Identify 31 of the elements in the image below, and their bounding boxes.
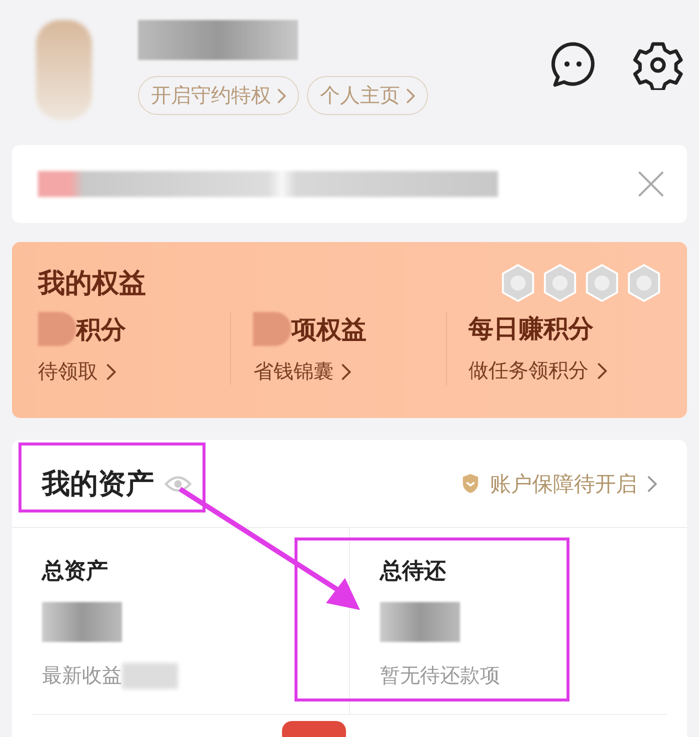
asset-note: 暂无待还款项: [380, 662, 500, 689]
chevron-icon: [406, 88, 415, 104]
chevron-icon: [106, 362, 116, 380]
hexagon-badge-icon: [543, 264, 577, 302]
card-title: 我的权益: [38, 267, 146, 301]
chat-icon[interactable]: [549, 40, 597, 88]
card-title: 我的资产: [42, 466, 154, 502]
blurred-number: [253, 312, 292, 346]
chevron-icon: [341, 362, 352, 380]
eye-icon[interactable]: [164, 474, 192, 494]
hexagon-badge-icon: [627, 264, 661, 302]
settings-icon[interactable]: [633, 40, 683, 90]
chevron-icon: [277, 88, 286, 104]
benefit-link[interactable]: 待领取: [38, 358, 230, 385]
asset-label: 总待还: [380, 558, 447, 586]
asset-label: 总资产: [42, 558, 109, 586]
benefit-title: 积分: [76, 314, 126, 346]
protection-link[interactable]: 账户保障待开启: [490, 470, 657, 498]
benefit-title: 项权益: [291, 314, 366, 346]
blurred-number: [38, 312, 76, 346]
hexagon-badge-icon: [585, 264, 619, 302]
hexagon-badge-icon: [501, 264, 535, 302]
benefit-title: 每日赚积分: [468, 313, 594, 345]
chevron-icon: [596, 362, 607, 380]
chevron-icon: [647, 474, 657, 492]
shield-icon: [461, 473, 480, 494]
asset-note: 最新收益: [42, 662, 122, 689]
close-icon[interactable]: [637, 170, 665, 198]
blurred-amount: [122, 662, 178, 688]
benefit-link[interactable]: 省钱锦囊: [253, 358, 446, 385]
benefit-link[interactable]: 做任务领积分: [468, 357, 661, 384]
